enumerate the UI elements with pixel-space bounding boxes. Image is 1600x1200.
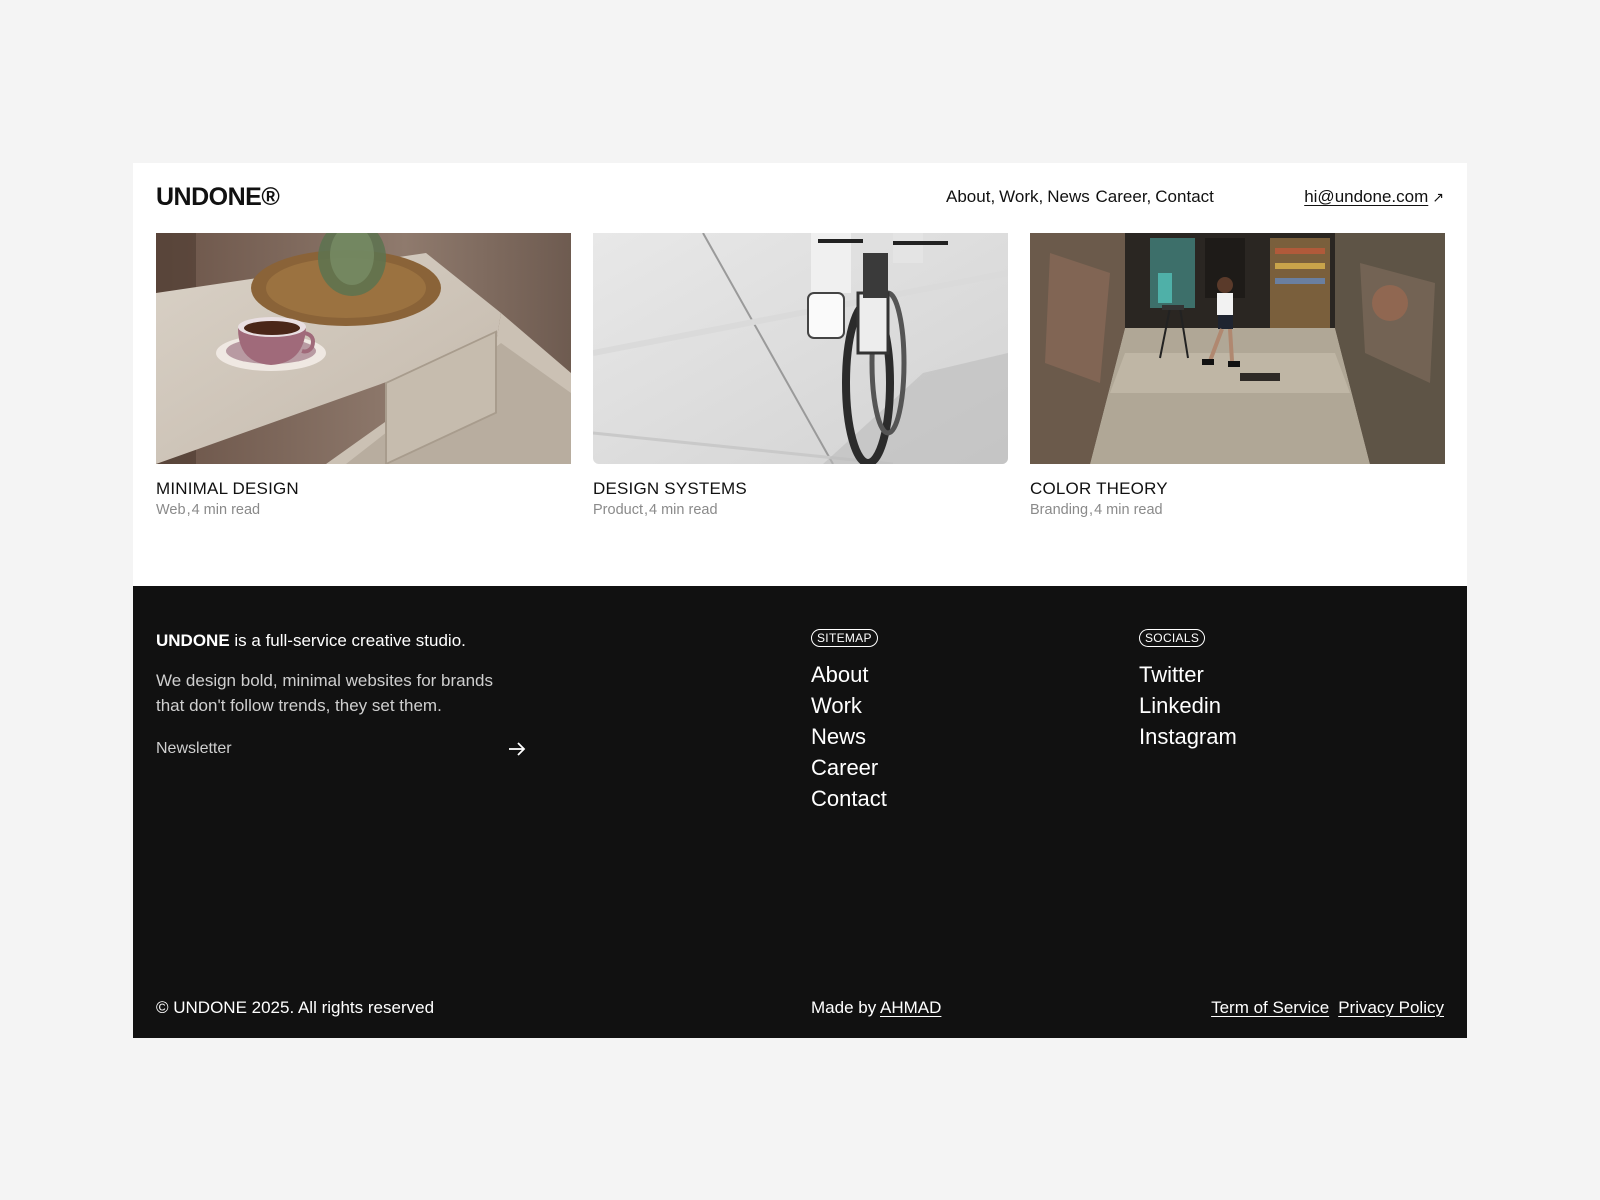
nav-news[interactable]: News (1047, 187, 1095, 206)
socials-list: Twitter Linkedin Instagram (1139, 659, 1237, 752)
article-title[interactable]: MINIMAL DESIGN (156, 479, 571, 499)
article-meta: Web,4 min read (156, 502, 571, 518)
sitemap-list: About Work News Career Contact (811, 659, 887, 814)
article-category: Product (593, 502, 643, 518)
article-read-time: 4 min read (1094, 502, 1163, 518)
article-title[interactable]: COLOR THEORY (1030, 479, 1445, 499)
legal-links: Term of Service Privacy Policy (1211, 998, 1444, 1018)
article-read-time: 4 min read (191, 502, 261, 518)
nav-separator: , (1038, 187, 1044, 206)
sitemap-column: SITEMAP About Work News Career Contact (811, 629, 887, 814)
privacy-link[interactable]: Privacy Policy (1338, 998, 1444, 1017)
sitemap-link-contact[interactable]: Contact (811, 783, 887, 814)
article-image-alley[interactable] (1030, 233, 1445, 464)
nav-news-label: News (1047, 187, 1090, 206)
nav-contact-label: Contact (1155, 187, 1214, 206)
nav-separator: , (1146, 187, 1152, 206)
footer-intro: UNDONE is a full-service creative studio… (156, 631, 466, 651)
copyright: © UNDONE 2025. All rights reserved (156, 998, 435, 1017)
article-card[interactable]: COLOR THEORY Branding,4 min read (1030, 233, 1445, 518)
nav-work[interactable]: Work, (999, 187, 1047, 206)
meta-separator: , (1089, 502, 1094, 518)
socials-badge: SOCIALS (1139, 629, 1206, 647)
site-frame: UNDONE® About, Work, News Career, Contact h… (133, 163, 1467, 1038)
alley-illustration (1030, 233, 1445, 464)
article-read-time: 4 min read (649, 502, 718, 518)
made-by: Made by AHMAD (811, 998, 941, 1018)
newsletter-input[interactable] (156, 736, 486, 762)
nav-work-label: Work (999, 187, 1039, 206)
meta-separator: , (186, 502, 191, 518)
sitemap-badge: SITEMAP (811, 629, 878, 647)
sitemap-link-about[interactable]: About (811, 659, 887, 690)
article-category: Branding (1030, 502, 1089, 518)
footer-intro-text: is a full-service creative studio. (229, 631, 466, 650)
sitemap-link-work[interactable]: Work (811, 690, 887, 721)
article-card[interactable]: DESIGN SYSTEMS Product,4 min read (593, 233, 1008, 518)
article-card[interactable]: MINIMAL DESIGN Web,4 min read (156, 233, 571, 518)
arrow-up-right-icon: ↗ (1432, 189, 1444, 205)
arrow-right-icon[interactable] (506, 738, 528, 760)
social-link-twitter[interactable]: Twitter (1139, 659, 1237, 690)
sitemap-link-news[interactable]: News (811, 721, 887, 752)
social-link-linkedin[interactable]: Linkedin (1139, 690, 1237, 721)
nav-about-label: About (946, 187, 991, 206)
email-link[interactable]: hi@undone.com ↗ (1304, 187, 1444, 207)
site-footer: UNDONE is a full-service creative studio… (133, 586, 1467, 1038)
article-meta: Product,4 min read (593, 502, 1008, 518)
teacup-illustration (156, 233, 571, 464)
email-label: hi@undone.com (1304, 187, 1429, 206)
main-nav: About, Work, News Career, Contact (946, 187, 1214, 207)
article-image-teacup[interactable] (156, 233, 571, 464)
article-meta: Branding,4 min read (1030, 502, 1445, 518)
nav-contact[interactable]: Contact (1155, 187, 1214, 206)
article-title[interactable]: DESIGN SYSTEMS (593, 479, 1008, 499)
social-link-instagram[interactable]: Instagram (1139, 721, 1237, 752)
sitemap-link-career[interactable]: Career (811, 752, 887, 783)
made-by-link[interactable]: AHMAD (880, 998, 941, 1017)
article-category: Web (156, 502, 186, 518)
nav-about[interactable]: About, (946, 187, 999, 206)
site-header: UNDONE® About, Work, News Career, Contact h… (156, 163, 1444, 233)
newsletter-form (156, 736, 528, 766)
nav-separator (1090, 187, 1095, 206)
footer-description: We design bold, minimal websites for bra… (156, 671, 494, 715)
socials-column: SOCIALS Twitter Linkedin Instagram (1139, 629, 1237, 752)
logo[interactable]: UNDONE® (156, 183, 280, 212)
made-by-prefix: Made by (811, 998, 880, 1017)
article-image-cyclist[interactable] (593, 233, 1008, 464)
footer-brand: UNDONE (156, 631, 230, 650)
nav-separator: , (990, 187, 996, 206)
nav-career[interactable]: Career, (1096, 187, 1156, 206)
nav-career-label: Career (1095, 187, 1147, 206)
article-grid: MINIMAL DESIGN Web,4 min read DESIGN SYS… (156, 233, 1446, 533)
terms-link[interactable]: Term of Service (1211, 998, 1329, 1017)
meta-separator: , (643, 502, 649, 518)
cyclist-illustration (593, 233, 1008, 464)
